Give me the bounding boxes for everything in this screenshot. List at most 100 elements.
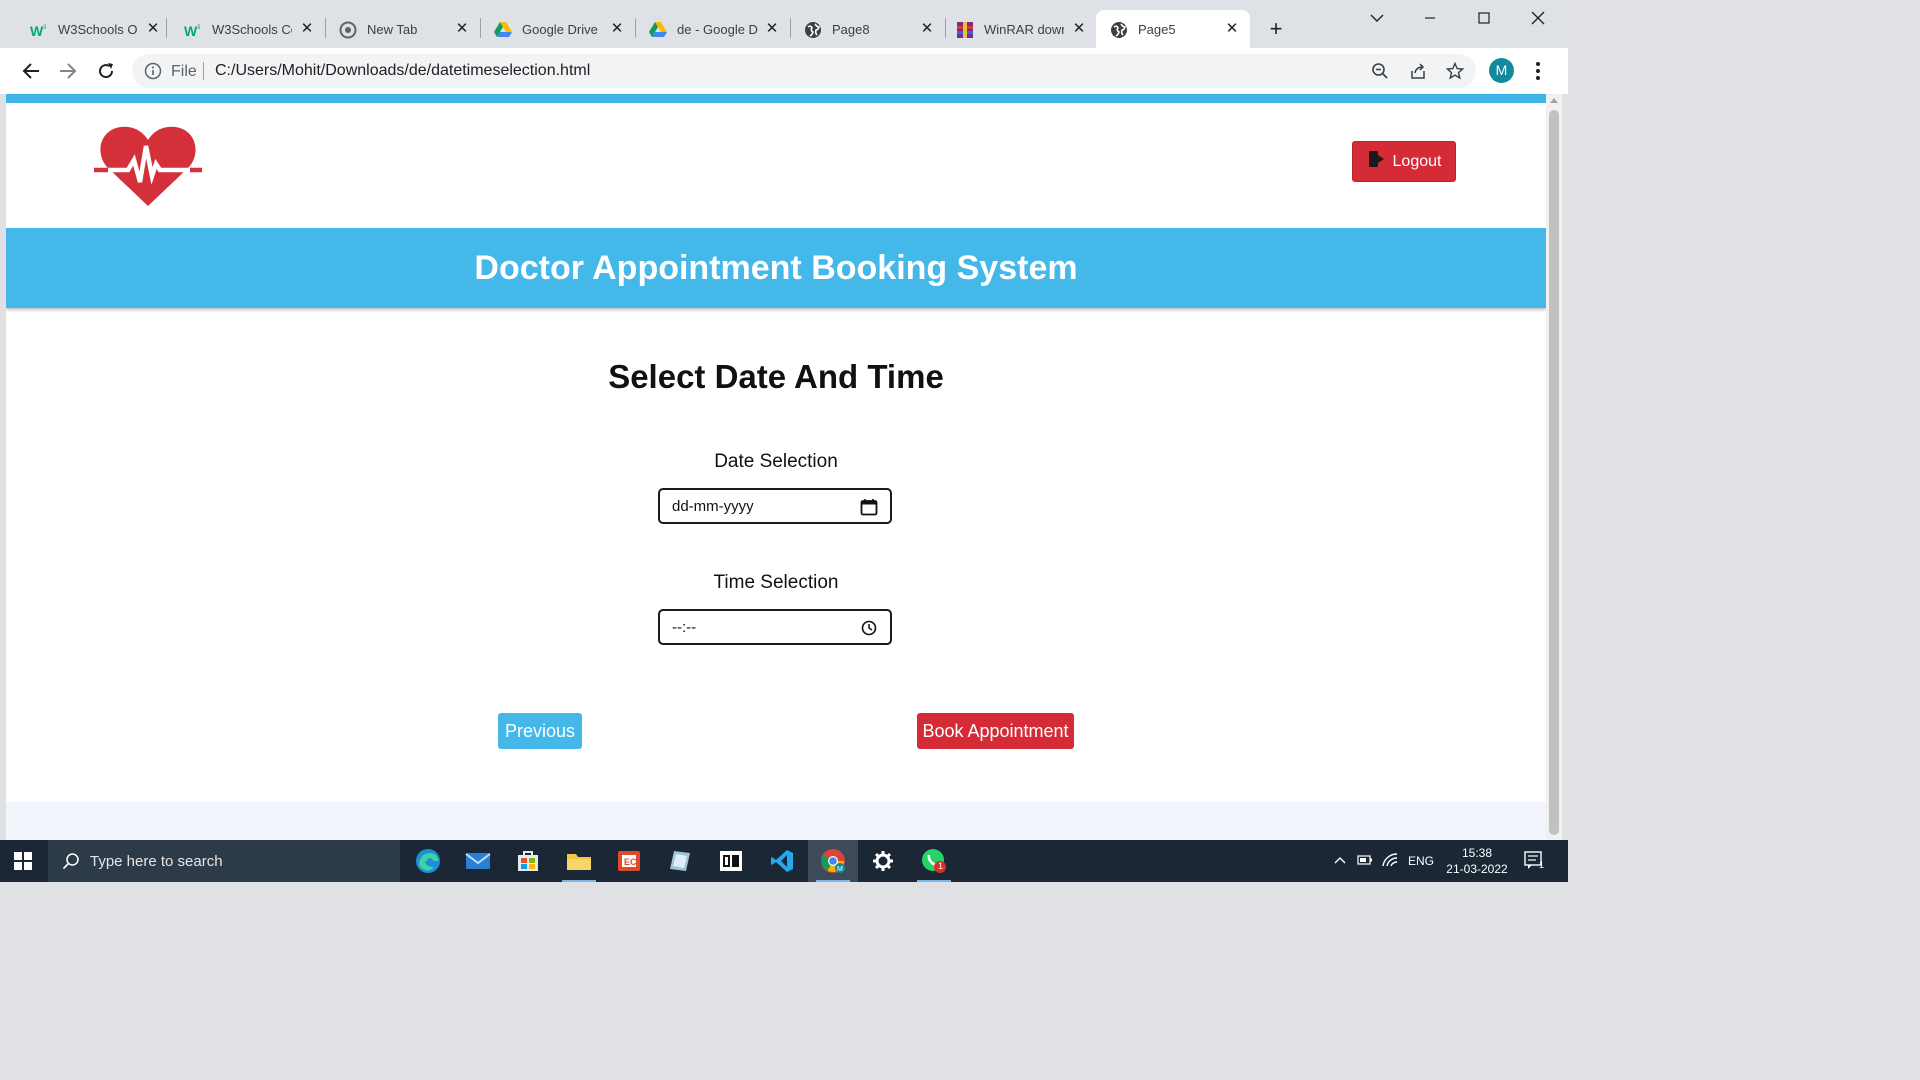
notification-center-icon[interactable]: 1: [1524, 851, 1546, 871]
logout-label: Logout: [1392, 152, 1442, 170]
taskbar-search-placeholder: Type here to search: [90, 853, 223, 870]
scroll-up-arrow-icon[interactable]: [1550, 98, 1558, 103]
maximize-icon[interactable]: [1472, 8, 1496, 28]
svg-text:W: W: [30, 23, 44, 37]
tab-title: Page5: [1138, 22, 1176, 37]
window-border: [1562, 94, 1568, 840]
settings-gear-icon[interactable]: [858, 840, 908, 882]
tab-title: W3Schools Cc: [212, 22, 292, 37]
logout-icon: [1367, 149, 1387, 174]
zoom-out-icon[interactable]: [1370, 61, 1390, 81]
profile-avatar[interactable]: M: [1489, 58, 1514, 83]
system-clock[interactable]: 15:38 21-03-2022: [1442, 845, 1512, 877]
page-heading: Select Date And Time: [608, 358, 944, 395]
mail-icon[interactable]: [453, 840, 503, 882]
browser-tab-active[interactable]: Page5 ✕: [1096, 10, 1250, 48]
notes-app-icon[interactable]: [655, 840, 705, 882]
globe-icon: [804, 21, 822, 39]
svg-text:3: 3: [43, 25, 47, 31]
browser-tab[interactable]: Google Drive ✕: [466, 10, 636, 48]
terminal-app-icon[interactable]: [706, 840, 756, 882]
globe-icon: [1110, 21, 1128, 39]
active-app-indicator: [562, 880, 596, 882]
whatsapp-badge: 1: [938, 861, 944, 871]
tab-title: WinRAR dowr: [984, 22, 1064, 37]
search-icon: [62, 852, 80, 870]
forward-icon[interactable]: [56, 59, 80, 83]
active-app-indicator: [816, 880, 850, 882]
new-tab-icon[interactable]: +: [1264, 18, 1288, 42]
date-input[interactable]: dd-mm-yyyy: [658, 488, 892, 524]
book-appointment-button[interactable]: Book Appointment: [917, 713, 1074, 749]
browser-tab[interactable]: New Tab ✕: [311, 10, 481, 48]
wifi-icon[interactable]: [1382, 853, 1398, 870]
bookmark-star-icon[interactable]: [1445, 61, 1465, 81]
notification-count: 1: [1539, 860, 1545, 870]
svg-text:W: W: [184, 23, 198, 37]
previous-button[interactable]: Previous: [498, 713, 582, 749]
w3schools-icon: W3: [30, 21, 48, 39]
close-window-icon[interactable]: [1526, 8, 1550, 28]
heart-pulse-logo-icon[interactable]: [94, 124, 202, 208]
svg-text:M: M: [837, 866, 843, 873]
page-footer: [6, 802, 1546, 840]
tab-title: New Tab: [367, 22, 418, 37]
windows-taskbar: Type here to search EC M 1 ENG 15:38 21-…: [0, 840, 1568, 882]
browser-tab[interactable]: Page8 ✕: [776, 10, 946, 48]
battery-icon[interactable]: [1357, 854, 1373, 869]
browser-tab[interactable]: W3 W3Schools Or ✕: [2, 10, 167, 48]
date-selection-label: Date Selection: [714, 451, 838, 472]
tab-title: de - Google D: [677, 22, 758, 37]
chrome-taskbar-icon[interactable]: M: [808, 840, 858, 882]
page-top-accent-bar: [6, 94, 1546, 103]
site-title: Doctor Appointment Booking System: [474, 248, 1078, 287]
logout-button[interactable]: Logout: [1352, 141, 1456, 182]
browser-toolbar: File C:/Users/Mohit/Downloads/de/datetim…: [0, 48, 1568, 94]
info-icon[interactable]: [144, 62, 162, 80]
address-url[interactable]: C:/Users/Mohit/Downloads/de/datetimesele…: [215, 62, 590, 80]
address-divider: [203, 62, 204, 80]
scrollbar-thumb[interactable]: [1549, 110, 1559, 835]
browser-tab[interactable]: W3 W3Schools Cc ✕: [156, 10, 326, 48]
chrome-icon: [339, 21, 357, 39]
browser-tab[interactable]: de - Google D ✕: [621, 10, 791, 48]
show-hidden-icons-chevron-icon[interactable]: [1334, 854, 1346, 868]
language-indicator[interactable]: ENG: [1408, 854, 1434, 868]
time-selection-label: Time Selection: [713, 572, 839, 593]
address-bar[interactable]: File C:/Users/Mohit/Downloads/de/datetim…: [132, 54, 1476, 88]
svg-text:3: 3: [197, 25, 201, 31]
page-scrollbar[interactable]: [1546, 94, 1562, 840]
close-tab-icon[interactable]: ✕: [1070, 19, 1088, 37]
browser-menu-icon[interactable]: [1530, 60, 1546, 82]
edge-icon[interactable]: [403, 840, 453, 882]
date-input-placeholder: dd-mm-yyyy: [672, 498, 754, 515]
active-app-indicator: [917, 880, 951, 882]
taskbar-search-box[interactable]: Type here to search: [48, 840, 400, 882]
back-icon[interactable]: [19, 59, 43, 83]
time-input-placeholder: --:--: [672, 619, 697, 636]
close-tab-icon[interactable]: ✕: [1223, 19, 1241, 37]
time-input[interactable]: --:--: [658, 609, 892, 645]
google-drive-icon: [494, 21, 512, 39]
site-banner: Doctor Appointment Booking System: [6, 228, 1546, 308]
browser-tab[interactable]: WinRAR dowr ✕: [928, 10, 1098, 48]
calendar-icon[interactable]: [860, 498, 878, 516]
svg-text:EC: EC: [624, 857, 637, 867]
office-app-icon[interactable]: EC: [604, 840, 654, 882]
minimize-icon[interactable]: [1418, 8, 1442, 28]
clock-time: 15:38: [1461, 846, 1493, 860]
clock-date: 21-03-2022: [1446, 862, 1508, 876]
tab-search-icon[interactable]: [1365, 8, 1389, 28]
windows-start-icon[interactable]: [14, 852, 32, 870]
address-scheme-label: File: [171, 63, 197, 80]
clock-icon[interactable]: [860, 619, 878, 637]
reload-icon[interactable]: [94, 59, 118, 83]
tab-title: Google Drive: [522, 22, 598, 37]
w3schools-icon: W3: [184, 21, 202, 39]
microsoft-store-icon[interactable]: [503, 840, 553, 882]
file-explorer-icon[interactable]: [554, 840, 604, 882]
tab-title: Page8: [832, 22, 870, 37]
whatsapp-icon[interactable]: 1: [909, 840, 959, 882]
share-icon[interactable]: [1408, 61, 1428, 81]
vscode-icon[interactable]: [757, 840, 807, 882]
